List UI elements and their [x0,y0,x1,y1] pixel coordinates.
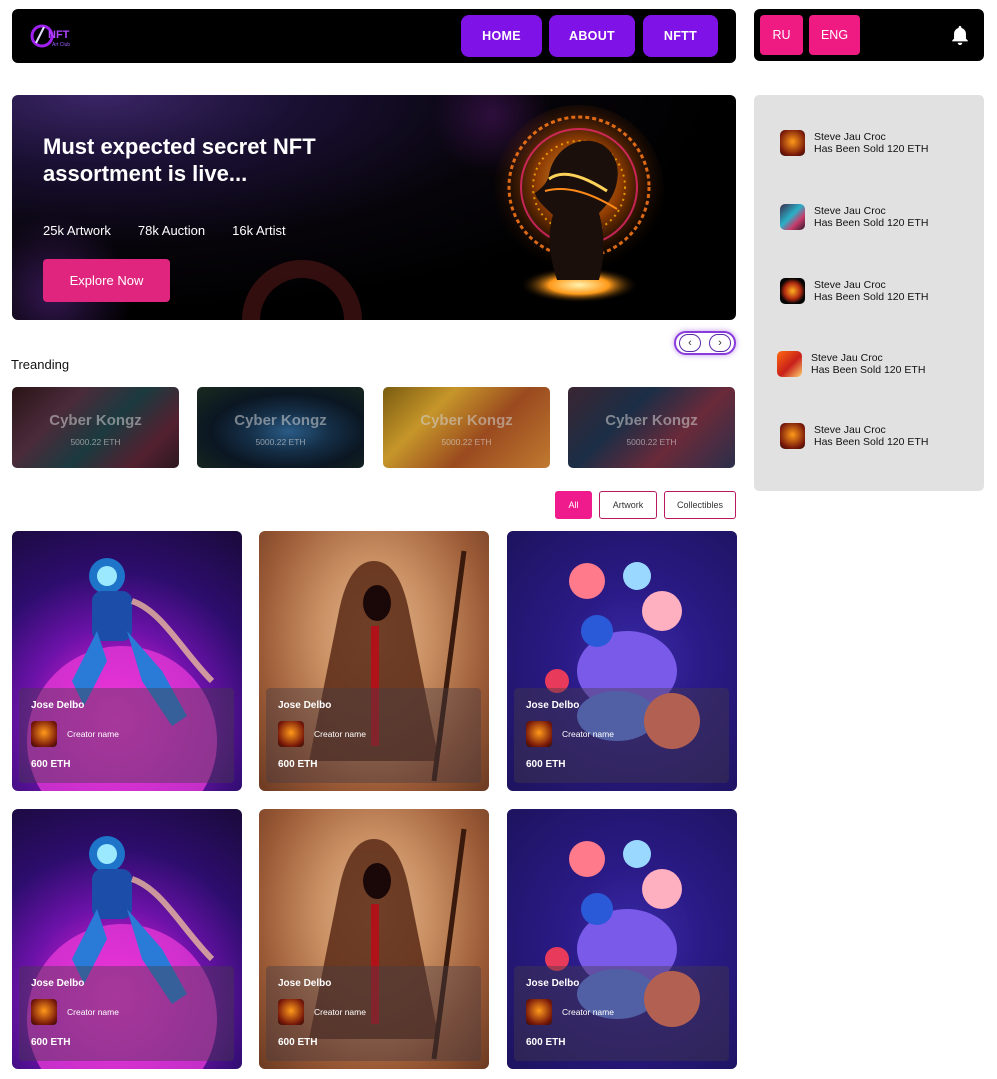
creator-name: Creator name [67,729,119,739]
nft-card-info: Jose Delbo Creator name 600 ETH [266,966,481,1061]
nav-home-button[interactable]: HOME [461,15,542,57]
stat-artwork: 25k Artwork [43,223,111,238]
language-bar: RU ENG [754,9,984,61]
creator-name: Creator name [562,1007,614,1017]
lang-eng-button[interactable]: ENG [809,15,860,55]
hero-title-line1: Must expected secret NFT [43,134,316,159]
creator-avatar [526,721,552,747]
creator-avatar [31,999,57,1025]
nft-price: 600 ETH [31,1037,71,1048]
nft-card[interactable]: Jose Delbo Creator name 600 ETH [507,531,737,791]
hero-stats: 25k Artwork 78k Auction 16k Artist [43,223,286,238]
sale-avatar [777,351,802,377]
trending-card-price: 5000.22 ETH [70,437,121,447]
logo-subtext: Art Club [52,42,70,48]
nav-about-button[interactable]: ABOUT [549,15,635,57]
nft-price: 600 ETH [278,759,318,770]
nft-owner-name: Jose Delbo [526,978,580,989]
nft-card[interactable]: Jose Delbo Creator name 600 ETH [259,809,489,1069]
lang-ru-button[interactable]: RU [760,15,803,55]
sale-avatar [780,423,805,449]
sale-name: Steve Jau Croc [814,424,886,436]
trending-card[interactable]: Cyber Kongz 5000.22 ETH [197,387,364,468]
creator-name: Creator name [67,1007,119,1017]
nft-price: 600 ETH [526,759,566,770]
filter-all-button[interactable]: All [555,491,592,519]
nft-price: 600 ETH [31,759,71,770]
sale-text: Has Been Sold 120 ETH [814,436,929,448]
nft-owner-name: Jose Delbo [278,700,332,711]
sale-text: Has Been Sold 120 ETH [814,291,929,303]
hero-title: Must expected secret NFT assortment is l… [43,133,363,187]
trending-card[interactable]: Cyber Kongz 5000.22 ETH [383,387,550,468]
nft-card-info: Jose Delbo Creator name 600 ETH [266,688,481,783]
nft-price: 600 ETH [526,1037,566,1048]
hero-title-line2: assortment is live... [43,161,248,186]
nft-owner-name: Jose Delbo [526,700,580,711]
sale-avatar [780,278,805,304]
nft-card-info: Jose Delbo Creator name 600 ETH [19,966,234,1061]
trending-card[interactable]: Cyber Kongz 5000.22 ETH [568,387,735,468]
hero-decoration [242,260,362,320]
trending-card-name: Cyber Kongz [605,412,698,429]
creator-avatar [31,721,57,747]
sale-name: Steve Jau Croc [814,131,886,143]
nft-owner-name: Jose Delbo [278,978,332,989]
creator-avatar [278,721,304,747]
trending-card-price: 5000.22 ETH [626,437,677,447]
logo-text: NFT [48,29,70,41]
explore-now-button[interactable]: Explore Now [43,259,170,302]
nft-card[interactable]: Jose Delbo Creator name 600 ETH [12,809,242,1069]
creator-name: Creator name [562,729,614,739]
recent-sales-sidebar: Steve Jau Croc Has Been Sold 120 ETH Ste… [754,95,984,491]
sale-text: Has Been Sold 120 ETH [811,364,926,376]
sale-avatar [780,130,805,156]
sale-text: Has Been Sold 120 ETH [814,217,929,229]
trending-card-name: Cyber Kongz [234,412,327,429]
stat-artist: 16k Artist [232,223,286,238]
top-nav: NFT Art Club HOME ABOUT NFTT [12,9,736,63]
nft-owner-name: Jose Delbo [31,700,85,711]
nft-card-info: Jose Delbo Creator name 600 ETH [514,966,729,1061]
hero-slider-controls: ‹ › [674,331,736,355]
nft-card-info: Jose Delbo Creator name 600 ETH [514,688,729,783]
nft-logo[interactable]: NFT Art Club [30,21,86,51]
creator-name: Creator name [314,729,366,739]
nav-nftt-button[interactable]: NFTT [643,15,718,57]
sale-name: Steve Jau Croc [814,205,886,217]
nft-price: 600 ETH [278,1037,318,1048]
trending-card-price: 5000.22 ETH [255,437,306,447]
trending-card-name: Cyber Kongz [420,412,513,429]
trending-card-price: 5000.22 ETH [441,437,492,447]
hero-banner: Must expected secret NFT assortment is l… [12,95,736,320]
trending-title: Treanding [11,357,70,372]
sale-name: Steve Jau Croc [814,279,886,291]
nft-card-info: Jose Delbo Creator name 600 ETH [19,688,234,783]
slider-next-button[interactable]: › [709,334,731,352]
slider-prev-button[interactable]: ‹ [679,334,701,352]
creator-avatar [278,999,304,1025]
filter-collectibles-button[interactable]: Collectibles [664,491,736,519]
creator-avatar [526,999,552,1025]
sale-avatar [780,204,805,230]
creator-name: Creator name [314,1007,366,1017]
trending-card-name: Cyber Kongz [49,412,142,429]
nft-owner-name: Jose Delbo [31,978,85,989]
hero-artwork [487,95,667,320]
stat-auction: 78k Auction [137,223,206,238]
bell-icon[interactable] [949,24,971,46]
filter-artwork-button[interactable]: Artwork [599,491,657,519]
nft-card[interactable]: Jose Delbo Creator name 600 ETH [259,531,489,791]
sale-text: Has Been Sold 120 ETH [814,143,929,155]
trending-card[interactable]: Cyber Kongz 5000.22 ETH [12,387,179,468]
sale-name: Steve Jau Croc [811,352,883,364]
nft-card[interactable]: Jose Delbo Creator name 600 ETH [507,809,737,1069]
nft-card[interactable]: Jose Delbo Creator name 600 ETH [12,531,242,791]
